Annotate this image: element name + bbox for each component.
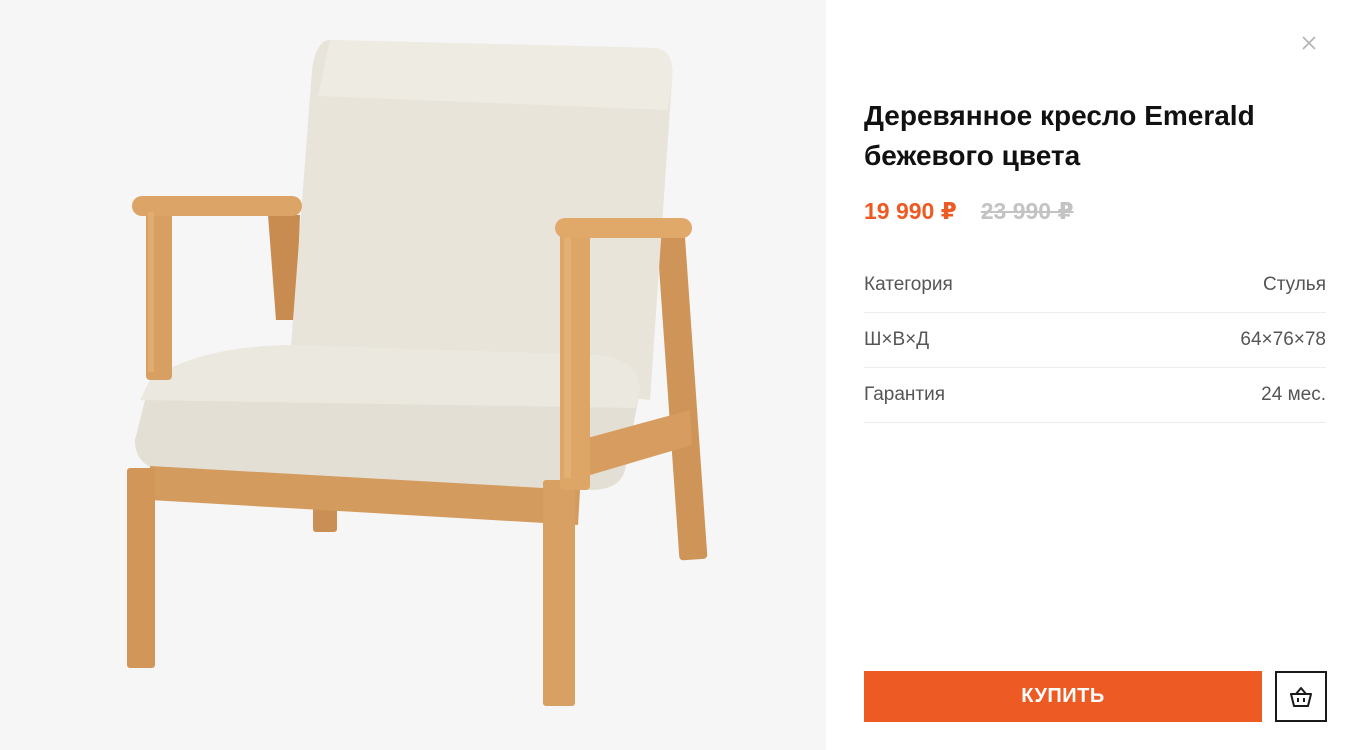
spec-row-dimensions: Ш×В×Д 64×76×78 bbox=[864, 313, 1326, 368]
product-image bbox=[0, 0, 826, 750]
spec-value: 64×76×78 bbox=[1240, 329, 1326, 350]
armchair-illustration bbox=[127, 40, 708, 706]
product-title: Деревянное кресло Emerald бежевого цвета bbox=[864, 100, 1255, 171]
spec-row-category: Категория Стулья bbox=[864, 258, 1326, 313]
old-price: 23 990 ₽ bbox=[980, 198, 1074, 224]
current-price: 19 990 ₽ bbox=[864, 198, 957, 224]
basket-icon bbox=[1290, 686, 1312, 707]
buy-button[interactable]: КУПИТЬ bbox=[864, 671, 1262, 722]
price-block: 19 990 ₽ 23 990 ₽ bbox=[864, 198, 1074, 225]
spec-label: Категория bbox=[864, 274, 953, 295]
spec-row-warranty: Гарантия 24 мес. bbox=[864, 368, 1326, 423]
spec-value: 24 мес. bbox=[1261, 384, 1326, 405]
add-to-cart-button[interactable] bbox=[1275, 671, 1327, 722]
close-button[interactable] bbox=[1294, 28, 1324, 58]
spec-value: Стулья bbox=[1263, 274, 1326, 295]
spec-label: Гарантия bbox=[864, 384, 946, 405]
spec-list: Категория Стулья Ш×В×Д 64×76×78 Гарантия… bbox=[864, 258, 1326, 423]
close-icon bbox=[1302, 36, 1316, 50]
spec-label: Ш×В×Д bbox=[864, 329, 930, 350]
product-details-panel: Деревянное кресло Emerald бежевого цвета… bbox=[826, 0, 1365, 750]
